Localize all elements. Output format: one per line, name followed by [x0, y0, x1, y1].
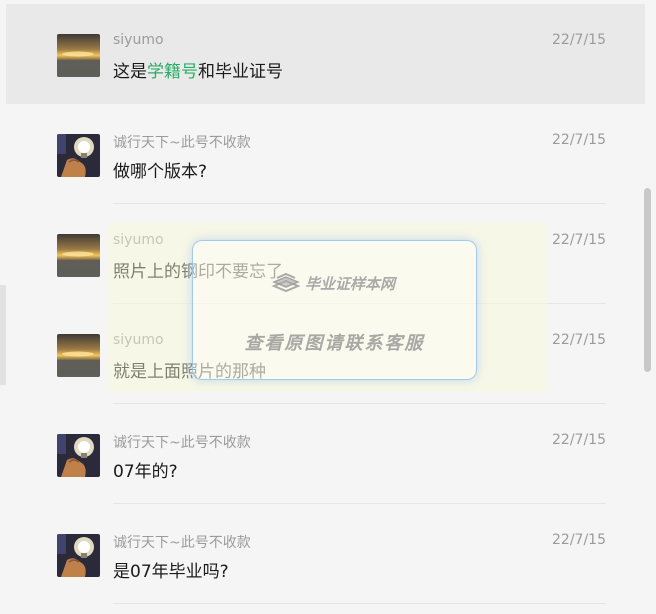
contact-name: 诚行天下~此号不收款 — [113, 435, 251, 451]
last-message: 做哪个版本? — [113, 162, 208, 182]
message-time: 22/7/15 — [552, 432, 606, 448]
message-time: 22/7/15 — [552, 132, 606, 148]
hand-lightbulb-image-icon — [57, 134, 100, 177]
chat-window: siyumo 22/7/15 这是学籍号和毕业证号 诚行天下~此号不收款 22/… — [0, 0, 656, 614]
sunset-image-icon — [57, 334, 100, 377]
contact-name: 诚行天下~此号不收款 — [113, 135, 251, 151]
watermark-contact-text: 查看原图请联系客服 — [244, 333, 425, 354]
message-time: 22/7/15 — [552, 32, 606, 48]
hand-lightbulb-image-icon — [57, 434, 100, 477]
highlighted-keyword[interactable]: 学籍号 — [147, 62, 198, 82]
message-time: 22/7/15 — [552, 532, 606, 548]
last-message: 这是学籍号和毕业证号 — [113, 57, 283, 82]
scrollbar-thumb[interactable] — [644, 188, 651, 372]
message-time: 22/7/15 — [552, 232, 606, 248]
sunset-avatar — [57, 34, 100, 77]
contact-name: 诚行天下~此号不收款 — [113, 535, 251, 551]
chat-item[interactable]: 诚行天下~此号不收款 22/7/15 07年的? — [6, 404, 645, 504]
chat-item[interactable]: 诚行天下~此号不收款 22/7/15 做哪个版本? — [6, 104, 645, 204]
message-text: 这是 — [113, 62, 147, 82]
sunset-image-icon — [57, 234, 100, 277]
last-message: 07年的? — [113, 462, 178, 482]
divider — [113, 603, 606, 604]
last-message: 是07年毕业吗? — [113, 562, 229, 582]
watermark-logo: 毕业证样本网 — [271, 271, 395, 295]
sunset-image-icon — [57, 34, 100, 77]
hand-lightbulb-avatar — [57, 534, 100, 577]
chat-item[interactable]: siyumo 22/7/15 这是学籍号和毕业证号 — [6, 4, 645, 104]
stack-logo-icon — [271, 272, 301, 293]
message-time: 22/7/15 — [552, 332, 606, 348]
hand-lightbulb-image-icon — [57, 534, 100, 577]
sunset-avatar — [57, 234, 100, 277]
message-text: 和毕业证号 — [198, 62, 283, 82]
sunset-avatar — [57, 334, 100, 377]
scrollbar-track[interactable] — [644, 0, 652, 614]
hand-lightbulb-avatar — [57, 434, 100, 477]
chat-item[interactable]: 诚行天下~此号不收款 22/7/15 是07年毕业吗? — [6, 504, 645, 604]
watermark-logo-text: 毕业证样本网 — [305, 274, 396, 293]
watermark: 毕业证样本网 查看原图请联系客服 — [192, 240, 477, 380]
hand-lightbulb-avatar — [57, 134, 100, 177]
contact-name: siyumo — [113, 32, 164, 48]
